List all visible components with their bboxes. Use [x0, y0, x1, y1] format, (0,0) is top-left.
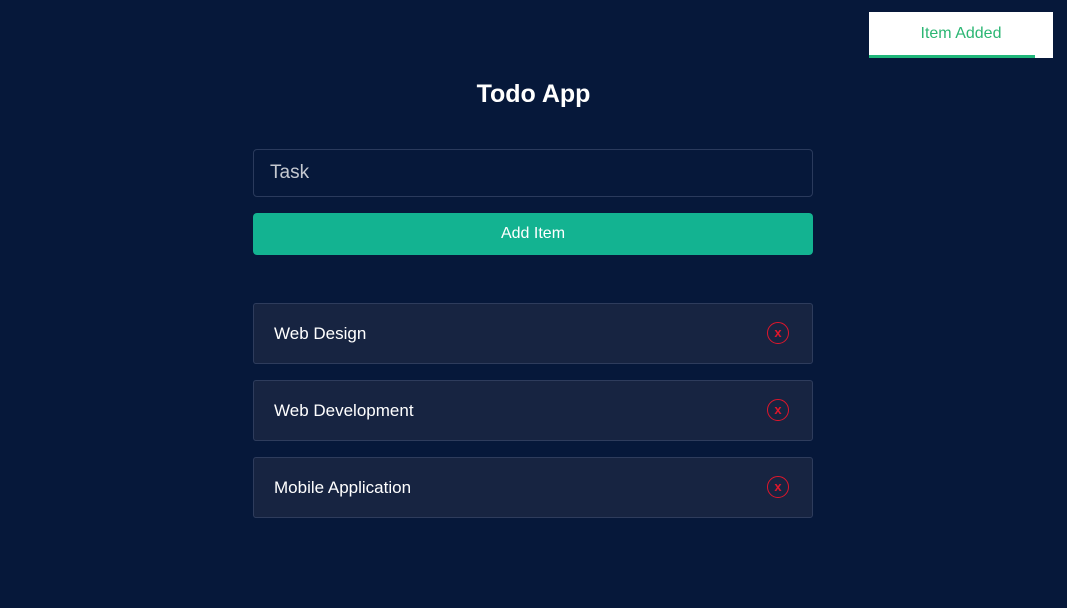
todo-item-label: Web Development	[274, 401, 414, 420]
toast-notification[interactable]: Item Added	[869, 12, 1053, 58]
close-circle-icon[interactable]: x	[767, 322, 789, 344]
todo-item: Mobile Application x	[253, 457, 813, 518]
todo-item: Web Development x	[253, 380, 813, 441]
todo-item-label: Web Design	[274, 324, 367, 343]
add-item-button[interactable]: Add Item	[253, 213, 813, 255]
close-circle-icon[interactable]: x	[767, 399, 789, 421]
close-circle-icon[interactable]: x	[767, 476, 789, 498]
toast-progress-bar	[869, 55, 1035, 58]
page: Item Added Todo App Add Item Web Design …	[0, 0, 1067, 608]
page-title: Todo App	[476, 80, 591, 108]
todo-item-label: Mobile Application	[274, 478, 412, 497]
task-input[interactable]	[253, 149, 813, 197]
todo-list: Web Design x Web Development x Mobile Ap…	[253, 303, 813, 534]
toast-message: Item Added	[920, 25, 1002, 42]
todo-item: Web Design x	[253, 303, 813, 364]
